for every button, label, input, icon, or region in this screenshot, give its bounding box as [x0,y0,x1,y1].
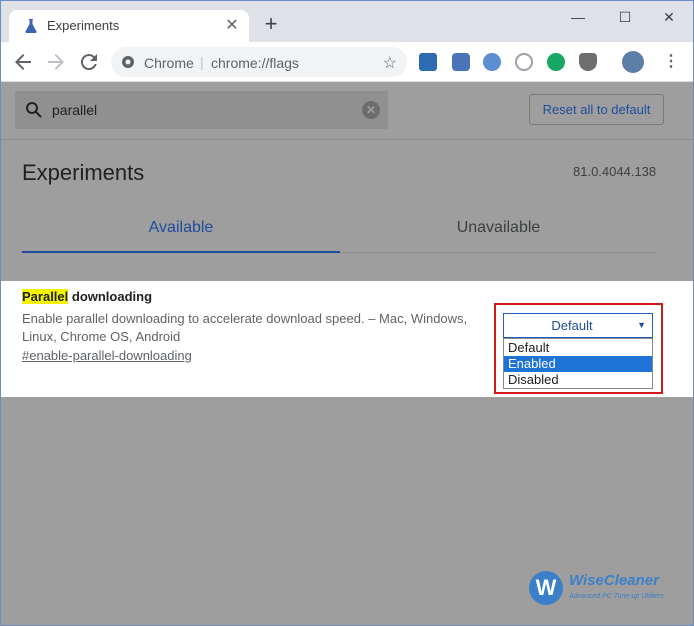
bookmark-star-icon[interactable]: ☆ [383,53,397,73]
experiment-description: Enable parallel downloading to accelerat… [22,311,468,344]
grammarly-extension-icon[interactable] [547,53,565,71]
option-enabled[interactable]: Enabled [504,356,652,372]
header-divider [1,139,693,140]
reset-all-button[interactable]: Reset all to default [529,94,664,125]
tab-experiments[interactable]: Experiments ✕ [9,10,249,42]
watermark-tagline: Advanced PC Tune-up Utilities [569,593,664,600]
omnibox-separator: | [200,54,204,70]
experiment-state-select[interactable]: Default ▼ [503,313,653,338]
option-default[interactable]: Default [504,340,652,356]
experiment-link[interactable]: #enable-parallel-downloading [22,348,192,363]
back-arrow-icon[interactable] [11,50,35,74]
omnibox-url[interactable]: chrome://flags [211,55,299,71]
profile-avatar[interactable] [622,51,644,73]
version-label: 81.0.4044.138 [573,164,657,179]
experiment-title-rest: downloading [68,289,153,304]
omnibox[interactable]: Chrome | chrome://flags ☆ [111,47,407,77]
tab-strip: Experiments ✕ + — ☐ ✕ [1,1,693,42]
search-value: parallel [52,102,98,118]
select-value: Default [551,318,593,333]
toolbar: Chrome | chrome://flags ☆ ⋮ [1,42,693,82]
reload-icon[interactable] [77,50,101,74]
dropdown-arrow-icon: ▼ [637,320,646,330]
flask-icon [25,19,37,33]
experiment-title-highlight: Parallel [22,289,69,304]
shield-extension-icon[interactable] [579,53,597,71]
dropdown-options: Default Enabled Disabled [503,338,653,389]
tab-unavailable[interactable]: Unavailable [340,207,657,253]
menu-dots-icon[interactable]: ⋮ [663,50,679,74]
experiment-title: Parallel downloading [22,289,152,304]
forward-arrow-icon[interactable] [44,50,68,74]
clear-search-icon[interactable]: ✕ [362,101,380,119]
close-window-button[interactable]: ✕ [649,5,689,29]
flags-search-input[interactable]: parallel ✕ [15,91,388,129]
cloud-extension-icon[interactable] [483,53,501,71]
tab-available[interactable]: Available [22,207,340,253]
maximize-button[interactable]: ☐ [605,5,645,29]
browser-window: Experiments ✕ + — ☐ ✕ Chrome | chrome://… [0,0,694,626]
minimize-button[interactable]: — [558,5,598,29]
tab-title: Experiments [47,18,120,33]
wisecleaner-watermark: W WiseCleaner Advanced PC Tune-up Utilit… [529,568,684,608]
extension-s-icon[interactable] [419,53,437,71]
tab-close-icon[interactable]: ✕ [223,17,241,35]
omnibox-host: Chrome [144,55,194,71]
page-title: Experiments [22,160,145,185]
new-tab-button[interactable]: + [259,13,283,37]
search-icon [26,102,42,118]
wisecleaner-logo: W [529,571,563,605]
chrome-info-icon[interactable] [121,55,135,69]
experiment-parallel-downloading: Parallel downloading Enable parallel dow… [1,281,693,397]
extension-b-icon[interactable] [452,53,470,71]
speed-dial-extension-icon[interactable] [515,53,533,71]
option-disabled[interactable]: Disabled [504,372,652,388]
watermark-brand: WiseCleaner [569,572,659,589]
